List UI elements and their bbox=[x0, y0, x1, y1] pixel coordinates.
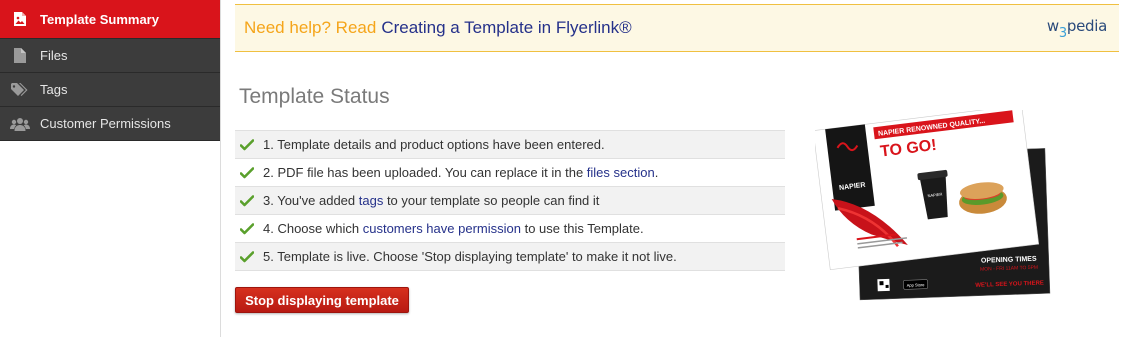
status-item: 5. Template is live. Choose 'Stop displa… bbox=[235, 243, 785, 271]
customer-permissions-link[interactable]: customers have permission bbox=[363, 221, 521, 236]
check-icon bbox=[240, 250, 263, 263]
help-prefix: Need help? Read bbox=[244, 18, 377, 37]
sidebar-item-label: Tags bbox=[40, 82, 68, 97]
check-icon bbox=[240, 194, 263, 207]
sidebar-item-tags[interactable]: Tags bbox=[0, 73, 220, 107]
files-section-link[interactable]: files section bbox=[587, 165, 655, 180]
check-icon bbox=[240, 222, 263, 235]
sidebar-item-files[interactable]: Files bbox=[0, 39, 220, 73]
template-preview-image: OPENING TIMES MON - FRI 11AM TO 5PM WE'L… bbox=[812, 104, 1060, 310]
help-banner: Need help? Read Creating a Template in F… bbox=[235, 4, 1119, 52]
brand-text: pedia bbox=[1066, 17, 1107, 35]
sidebar-item-customer-permissions[interactable]: Customer Permissions bbox=[0, 107, 220, 141]
users-icon bbox=[0, 117, 40, 131]
status-text: 2. PDF file has been uploaded. You can r… bbox=[263, 165, 658, 180]
tags-icon bbox=[0, 82, 40, 97]
status-item: 2. PDF file has been uploaded. You can r… bbox=[235, 159, 785, 187]
status-list: 1. Template details and product options … bbox=[235, 130, 785, 271]
help-article-link[interactable]: Creating a Template in Flyerlink® bbox=[381, 18, 631, 38]
status-text-part: . bbox=[654, 165, 659, 180]
status-text: 1. Template details and product options … bbox=[263, 137, 605, 152]
status-text: 5. Template is live. Choose 'Stop displa… bbox=[263, 249, 677, 264]
sidebar-item-label: Template Summary bbox=[40, 11, 159, 27]
check-icon bbox=[240, 138, 263, 151]
sidebar-item-label: Customer Permissions bbox=[40, 116, 171, 131]
brand-text: w bbox=[1046, 17, 1059, 35]
sidebar-item-label: Files bbox=[40, 48, 68, 63]
image-icon bbox=[0, 11, 40, 27]
status-item: 4. Choose which customers have permissio… bbox=[235, 215, 785, 243]
status-text-part: 2. PDF file has been uploaded. You can r… bbox=[263, 165, 587, 180]
status-text: 4. Choose which customers have permissio… bbox=[263, 221, 644, 236]
file-icon bbox=[0, 48, 40, 63]
w3pedia-logo[interactable]: w3pedia bbox=[1046, 17, 1107, 41]
status-text: 3. You've added tags to your template so… bbox=[263, 193, 599, 208]
status-text-part: 4. Choose which bbox=[263, 221, 363, 236]
sidebar-item-template-summary[interactable]: Template Summary bbox=[0, 0, 220, 39]
page-title: Template Status bbox=[239, 85, 390, 108]
status-text-part: to your template so people can find it bbox=[383, 193, 600, 208]
status-item: 1. Template details and product options … bbox=[235, 131, 785, 159]
brand-three: 3 bbox=[1058, 26, 1067, 41]
sidebar: Template Summary Files Tags Customer Per… bbox=[0, 0, 221, 337]
status-item: 3. You've added tags to your template so… bbox=[235, 187, 785, 215]
status-text-part: to use this Template. bbox=[520, 221, 644, 236]
tags-link[interactable]: tags bbox=[359, 193, 384, 208]
check-icon bbox=[240, 166, 263, 179]
status-text-part: 3. You've added bbox=[263, 193, 359, 208]
stop-displaying-template-button[interactable]: Stop displaying template bbox=[235, 287, 409, 313]
app-store-badge-text: App Store bbox=[907, 282, 926, 288]
